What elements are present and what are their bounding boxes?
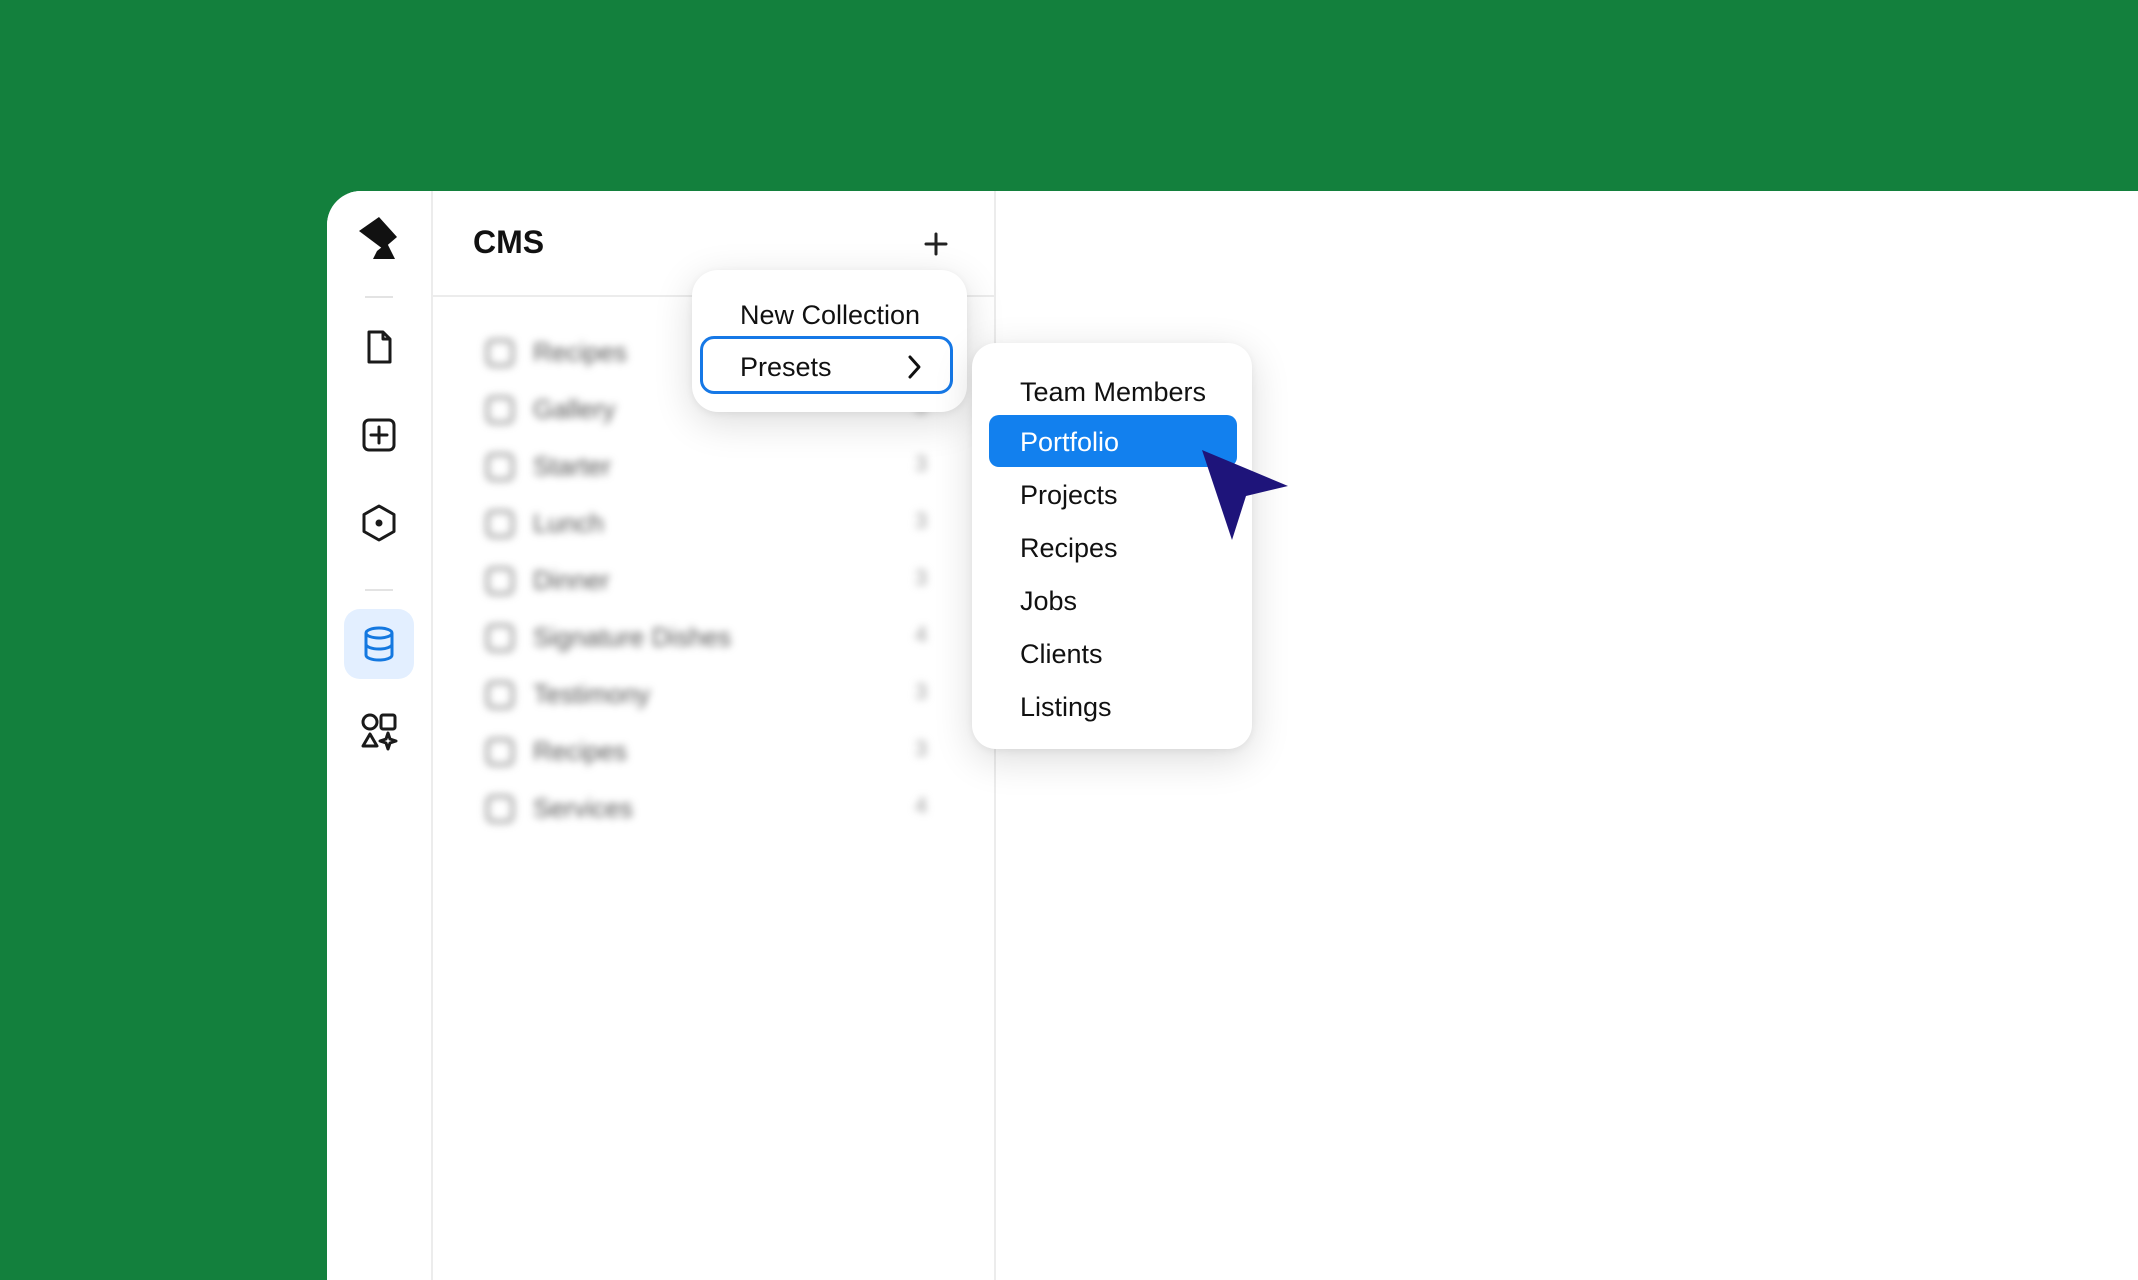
preset-team-members[interactable]: Team Members bbox=[989, 365, 1237, 417]
preset-label: Projects bbox=[1020, 480, 1118, 510]
collection-count: 3 bbox=[915, 736, 928, 761]
collection-count: 3 bbox=[915, 679, 928, 704]
collection-label: Testimony bbox=[533, 679, 651, 709]
context-menu: New Collection Presets bbox=[692, 270, 967, 412]
preset-listings[interactable]: Listings bbox=[989, 680, 1237, 732]
database-icon[interactable] bbox=[344, 609, 414, 679]
presets-submenu: Team Members Portfolio Projects Recipes … bbox=[972, 343, 1252, 749]
preset-clients[interactable]: Clients bbox=[989, 627, 1237, 679]
rail-divider bbox=[365, 589, 393, 591]
cursor-icon bbox=[1202, 450, 1288, 540]
plus-icon[interactable] bbox=[919, 227, 953, 261]
collection-icon bbox=[486, 453, 514, 481]
list-item[interactable]: Starter 3 bbox=[431, 445, 994, 502]
pages-icon[interactable] bbox=[344, 312, 414, 382]
collection-icon bbox=[486, 339, 514, 367]
hexagon-icon[interactable] bbox=[344, 488, 414, 558]
collection-label: Dinner bbox=[533, 565, 610, 595]
add-box-icon[interactable] bbox=[344, 400, 414, 470]
collection-count: 3 bbox=[915, 451, 928, 476]
collection-label: Signature Dishes bbox=[533, 622, 731, 652]
collection-count: 3 bbox=[915, 565, 928, 590]
collection-label: Starter bbox=[533, 451, 612, 481]
collection-count: 4 bbox=[915, 622, 928, 647]
collection-label: Gallery bbox=[533, 394, 616, 424]
collection-label: Services bbox=[533, 793, 633, 823]
presets-item[interactable]: Presets bbox=[700, 336, 953, 394]
collection-count: 4 bbox=[915, 793, 928, 818]
list-item[interactable]: Services 4 bbox=[431, 787, 994, 844]
presets-label: Presets bbox=[740, 352, 832, 382]
list-item[interactable]: Testimony 3 bbox=[431, 673, 994, 730]
preset-label: Jobs bbox=[1020, 586, 1078, 616]
shapes-icon[interactable] bbox=[344, 696, 414, 766]
collection-label: Recipes bbox=[533, 736, 627, 766]
preset-label: Clients bbox=[1020, 639, 1103, 669]
preset-label: Portfolio bbox=[1020, 427, 1120, 457]
icon-rail bbox=[327, 191, 433, 1280]
rail-divider bbox=[365, 296, 393, 298]
collection-icon bbox=[486, 567, 514, 595]
collection-icon bbox=[486, 624, 514, 652]
new-collection-item[interactable]: New Collection bbox=[740, 300, 920, 331]
preset-label: Recipes bbox=[1020, 533, 1118, 563]
collection-icon bbox=[486, 510, 514, 538]
list-item[interactable]: Dinner 3 bbox=[431, 559, 994, 616]
list-item[interactable]: Lunch 3 bbox=[431, 502, 994, 559]
logo-icon bbox=[359, 217, 397, 259]
collection-icon bbox=[486, 396, 514, 424]
collection-count: 3 bbox=[915, 508, 928, 533]
page-title: CMS bbox=[473, 224, 545, 260]
list-item[interactable]: Recipes 3 bbox=[431, 730, 994, 787]
collection-label: Recipes bbox=[533, 337, 627, 367]
collection-icon bbox=[486, 795, 514, 823]
collection-label: Lunch bbox=[533, 508, 604, 538]
list-item[interactable]: Signature Dishes 4 bbox=[431, 616, 994, 673]
collection-icon bbox=[486, 681, 514, 709]
preset-jobs[interactable]: Jobs bbox=[989, 574, 1237, 626]
preset-label: Listings bbox=[1020, 692, 1112, 722]
preset-label: Team Members bbox=[1020, 377, 1207, 407]
chevron-right-icon bbox=[908, 355, 921, 379]
collection-icon bbox=[486, 738, 514, 766]
